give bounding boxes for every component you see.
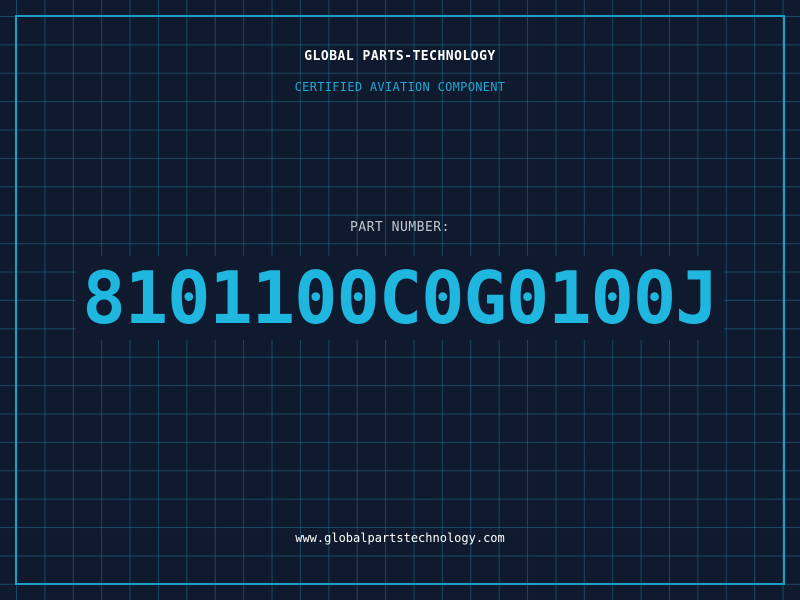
certification-subtitle: CERTIFIED AVIATION COMPONENT bbox=[294, 80, 506, 94]
part-number-value: 8101100C0G0100J bbox=[76, 256, 724, 340]
part-number-label: PART NUMBER: bbox=[350, 220, 450, 235]
website-link[interactable]: www.globalpartstechnology.com bbox=[0, 531, 800, 545]
company-name: GLOBAL PARTS-TECHNOLOGY bbox=[304, 49, 496, 64]
part-number-display: 8101100C0G0100J bbox=[0, 256, 800, 340]
